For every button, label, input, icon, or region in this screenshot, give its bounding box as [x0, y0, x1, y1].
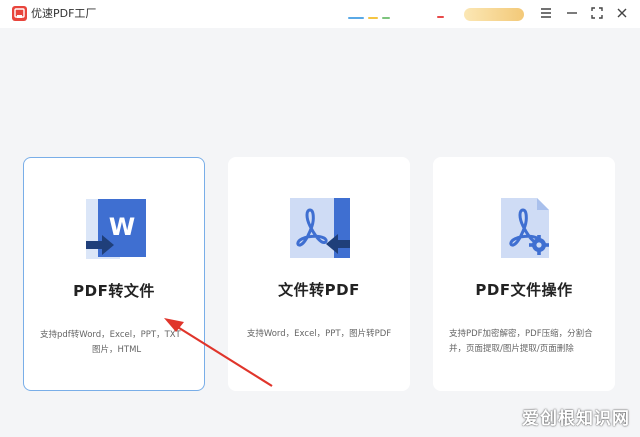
card-description: 支持Word，Excel，PPT，图片转PDF	[228, 327, 410, 342]
watermark: 爱创根知识网	[522, 409, 630, 429]
pdf-operations-card[interactable]: PDF文件操作 支持PDF加密解密，PDF压缩，分割合 并，页面提取/图片提取/…	[433, 157, 615, 391]
promo-badge[interactable]	[464, 8, 524, 21]
app-title: 优速PDF工厂	[31, 7, 97, 20]
minimize-icon[interactable]	[564, 5, 580, 21]
header-decoration	[368, 17, 378, 19]
card-title: PDF转文件	[73, 282, 155, 300]
pdf-to-word-icon: W	[24, 197, 204, 261]
card-desc-line: 并，页面提取/图片提取/页面删除	[449, 344, 574, 354]
menu-icon[interactable]	[538, 5, 554, 21]
card-desc-line: 支持Word，Excel，PPT，图片转PDF	[246, 329, 392, 339]
close-icon[interactable]	[614, 5, 630, 21]
file-to-pdf-card[interactable]: 文件转PDF 支持Word，Excel，PPT，图片转PDF	[228, 157, 410, 391]
header-decoration	[437, 16, 444, 18]
pdf-settings-icon	[433, 196, 615, 260]
svg-text:W: W	[109, 213, 135, 241]
card-title: PDF文件操作	[475, 281, 573, 299]
card-title: 文件转PDF	[278, 281, 360, 299]
card-desc-line: 支持PDF加密解密，PDF压缩，分割合	[449, 329, 593, 339]
header-decoration	[382, 17, 390, 19]
file-to-pdf-icon	[228, 196, 410, 260]
card-desc-line: 支持pdf转Word，Excel，PPT，TXT	[40, 330, 181, 340]
pdf-to-file-card[interactable]: W PDF转文件 支持pdf转Word，Excel，PPT，TXT 图片，HTM…	[23, 157, 205, 391]
card-desc-line: 图片，HTML	[92, 345, 142, 355]
header-decoration	[348, 17, 364, 19]
app-logo-icon	[12, 6, 27, 21]
card-description: 支持pdf转Word，Excel，PPT，TXT 图片，HTML	[24, 328, 204, 358]
maximize-icon[interactable]	[589, 5, 605, 21]
title-bar: 优速PDF工厂	[0, 0, 640, 28]
card-description: 支持PDF加密解密，PDF压缩，分割合 并，页面提取/图片提取/页面删除	[433, 327, 615, 357]
